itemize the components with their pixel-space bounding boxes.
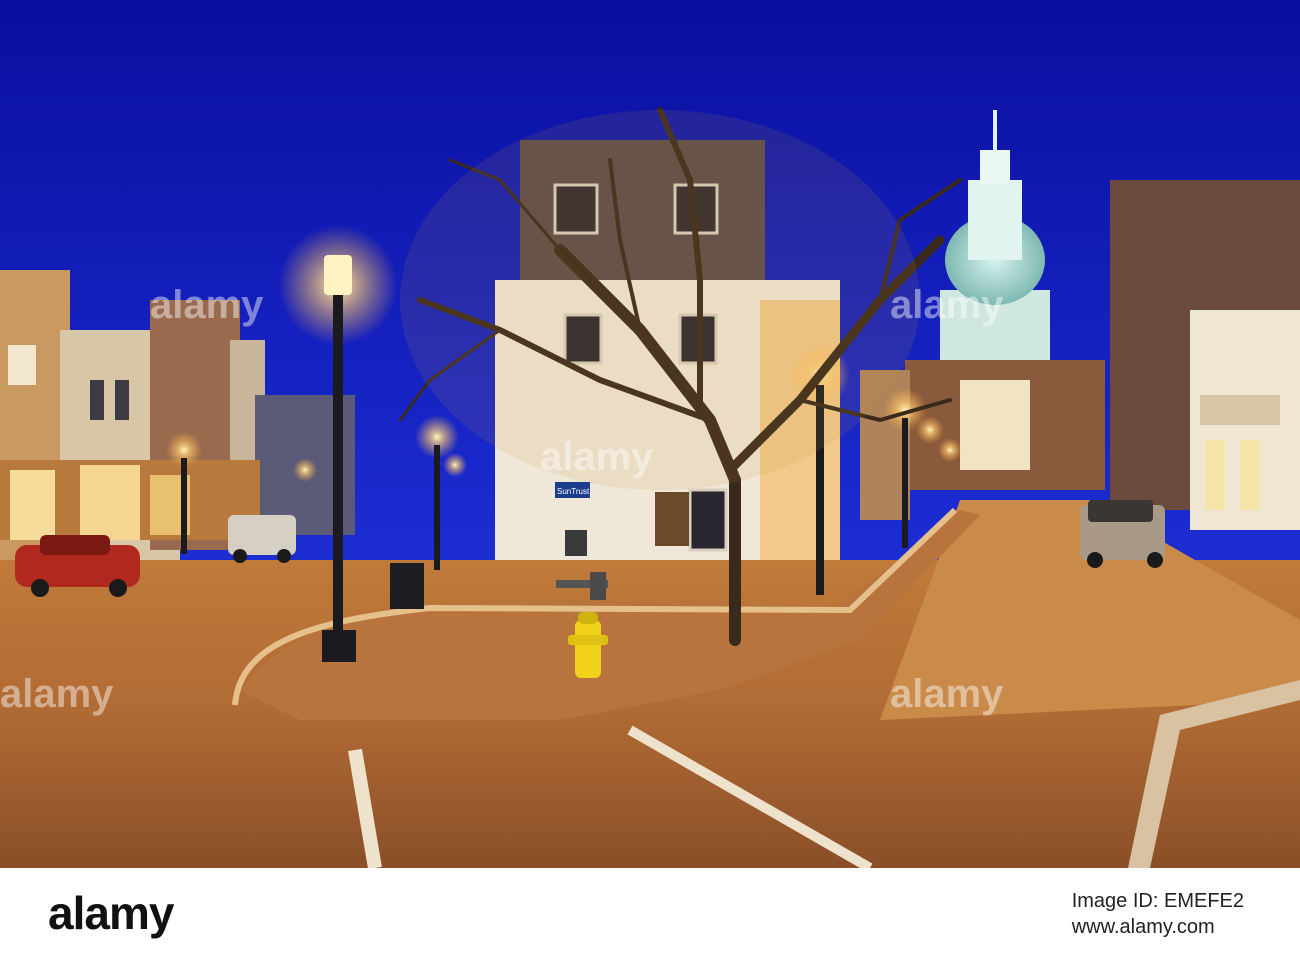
watermark-center: alamy <box>540 435 654 479</box>
watermark-top-right: alamy <box>890 283 1004 327</box>
alamy-logo: alamy <box>48 887 174 939</box>
watermark-mid-center: alamy <box>890 672 1004 716</box>
stock-footer-bar: alamy Image ID: EMEFE2 www.alamy.com <box>0 868 1300 956</box>
trash-bin <box>390 563 424 609</box>
watermark-top-left: alamy <box>150 283 264 327</box>
photo-frame: alamy alamy alamy alamy alamy SunTrust a… <box>0 0 1300 956</box>
annapolis-street-photo: alamy alamy alamy alamy alamy SunTrust <box>0 0 1300 868</box>
atm-sign-text: SunTrust <box>557 487 590 496</box>
footer-meta: Image ID: EMEFE2 www.alamy.com <box>1072 888 1244 940</box>
watermark-mid-left: alamy <box>0 672 114 716</box>
suv-right <box>1080 500 1165 568</box>
site-url: www.alamy.com <box>1071 916 1215 938</box>
image-id-label: Image ID: EMEFE2 <box>1071 890 1244 912</box>
